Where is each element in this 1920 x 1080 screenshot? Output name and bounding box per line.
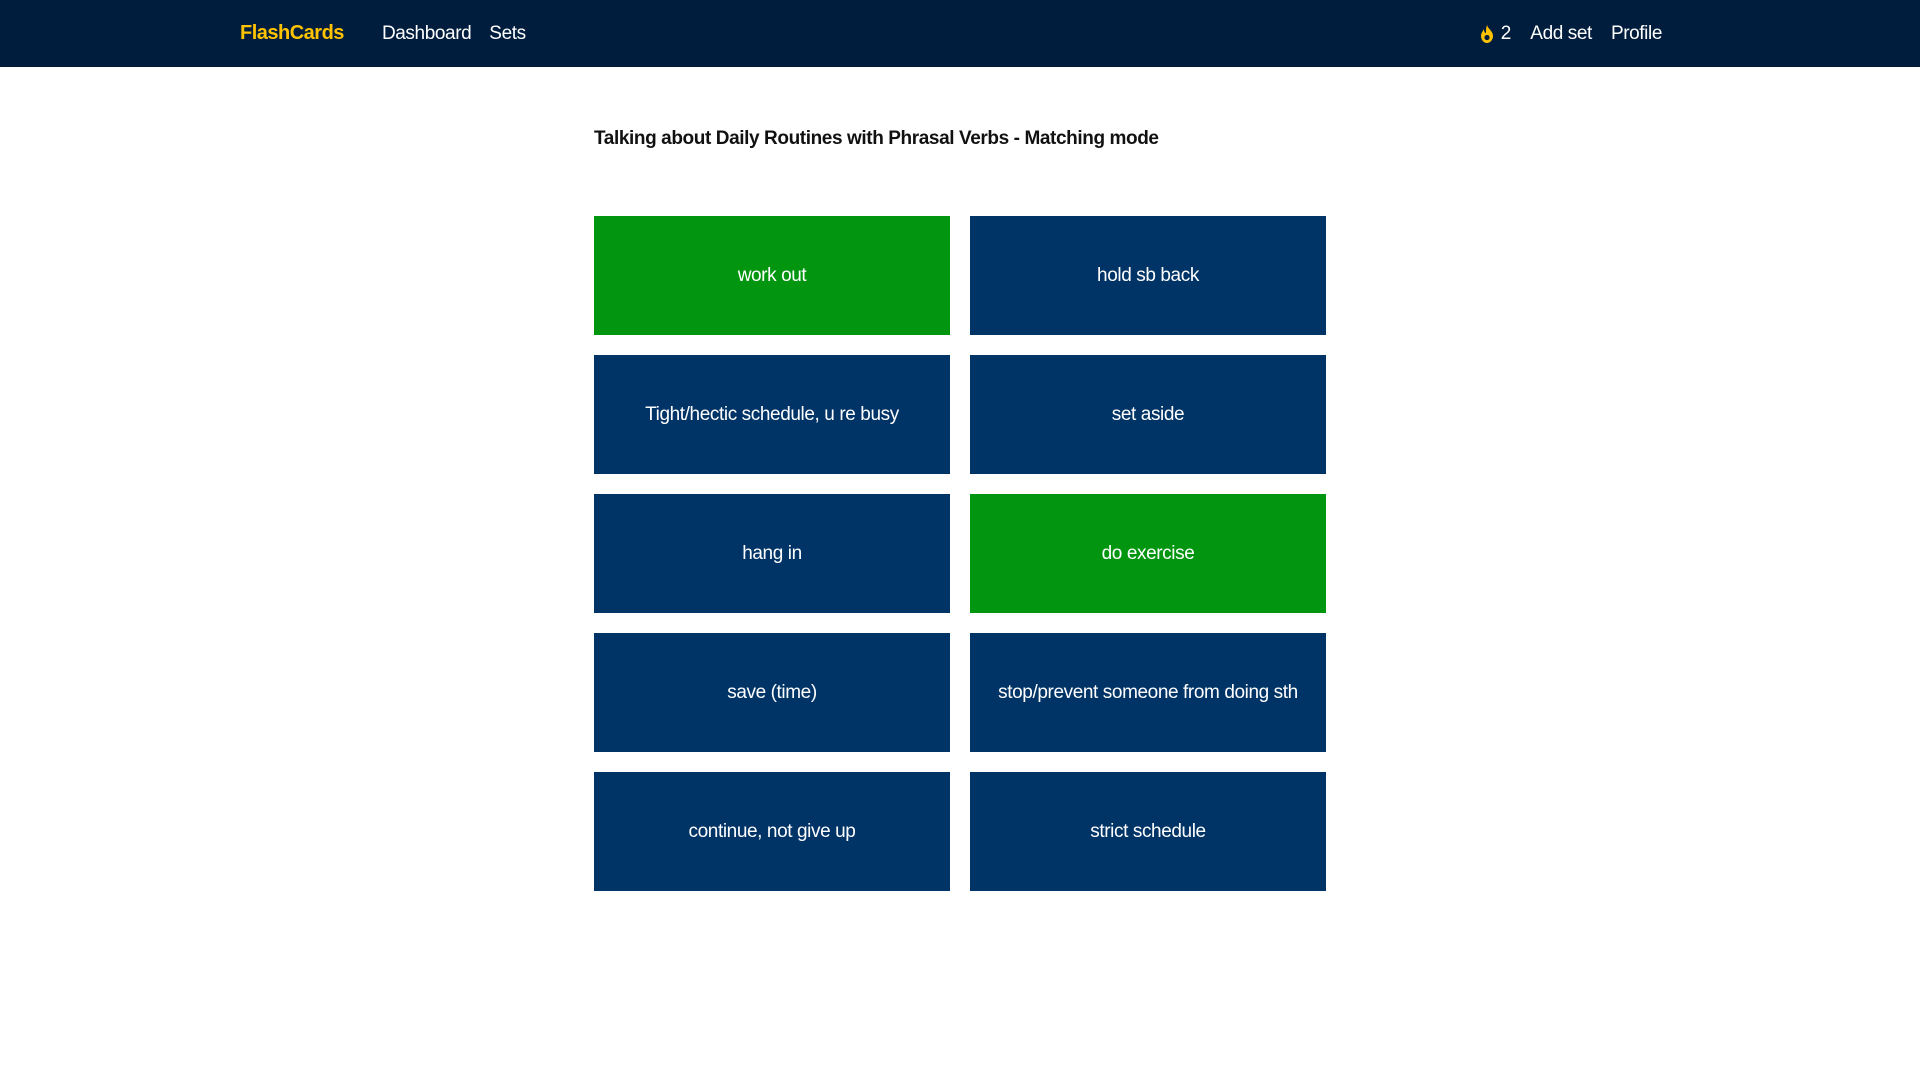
match-card[interactable]: set aside xyxy=(970,355,1326,474)
match-card[interactable]: work out xyxy=(594,216,950,335)
match-card[interactable]: Tight/hectic schedule, u re busy xyxy=(594,355,950,474)
match-card[interactable]: save (time) xyxy=(594,633,950,752)
page-title: Talking about Daily Routines with Phrasa… xyxy=(594,128,1159,149)
top-navbar: FlashCards Dashboard Sets 2 Add set Prof… xyxy=(0,0,1920,67)
matching-card-grid: work out hold sb back Tight/hectic sched… xyxy=(594,216,1327,891)
match-card[interactable]: continue, not give up xyxy=(594,772,950,891)
nav-link-profile[interactable]: Profile xyxy=(1611,23,1662,45)
brand-logo-link[interactable]: FlashCards xyxy=(240,22,344,45)
navbar-left: FlashCards Dashboard Sets xyxy=(240,22,544,45)
streak-count: 2 xyxy=(1500,22,1512,44)
flame-icon xyxy=(1480,24,1493,43)
match-card[interactable]: strict schedule xyxy=(970,772,1326,891)
match-card[interactable]: stop/prevent someone from doing sth xyxy=(970,633,1326,752)
nav-link-sets[interactable]: Sets xyxy=(489,23,526,45)
navbar-right: 2 Add set Profile xyxy=(1479,23,1662,45)
match-card[interactable]: hang in xyxy=(594,494,950,613)
navbar-inner: FlashCards Dashboard Sets 2 Add set Prof… xyxy=(240,0,1662,67)
match-card[interactable]: hold sb back xyxy=(970,216,1326,335)
nav-link-dashboard[interactable]: Dashboard xyxy=(382,23,472,45)
nav-link-add-set[interactable]: Add set xyxy=(1530,23,1592,45)
streak-counter: 2 xyxy=(1479,22,1512,45)
match-card[interactable]: do exercise xyxy=(970,494,1326,613)
